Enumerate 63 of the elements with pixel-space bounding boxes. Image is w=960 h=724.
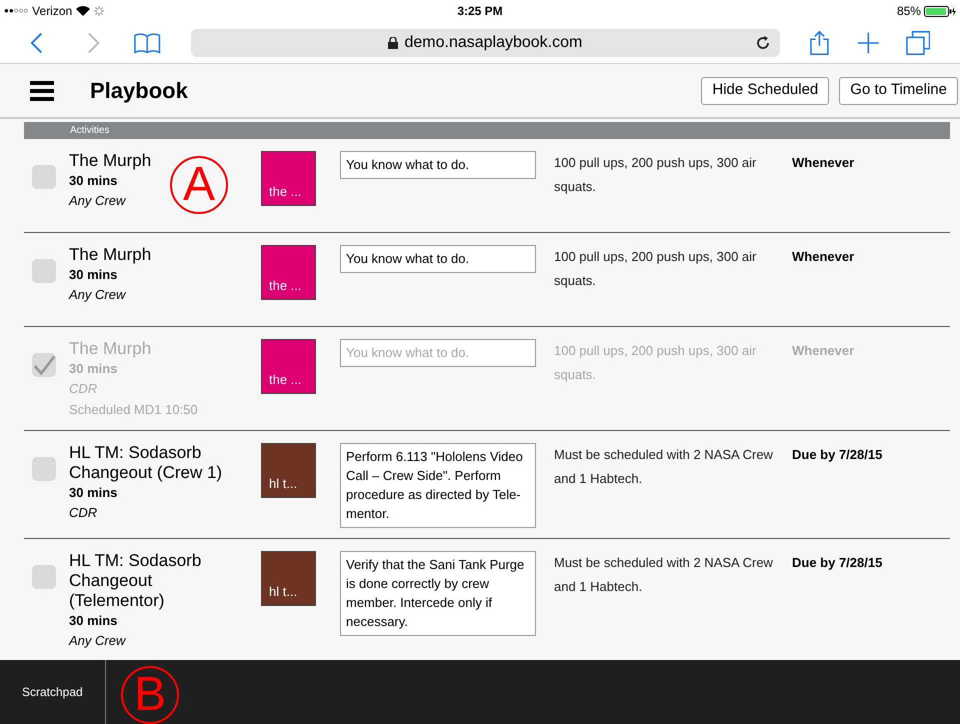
carrier-name: Verizon <box>32 3 72 20</box>
reload-icon[interactable] <box>756 36 770 50</box>
activity-title: HL TM: Sodasorb Changeout (Crew 1) <box>69 443 224 483</box>
loading-icon <box>94 6 104 16</box>
activity-notes: 100 pull ups, 200 push ups, 300 air squats. <box>554 343 756 382</box>
activity-notes: 100 pull ups, 200 push ups, 300 air squats. <box>554 249 756 288</box>
due-date: Whenever <box>792 249 854 264</box>
annotation-marker: B <box>121 666 179 724</box>
page-title: Playbook <box>90 77 188 105</box>
activity-notes: Must be scheduled with 2 NASA Crew and 1 Habtech. <box>554 447 773 486</box>
due-date: Due by 7/28/15 <box>792 555 882 570</box>
section-header: Activities <box>24 122 950 139</box>
activity-title: The Murph <box>69 151 152 171</box>
activity-title: The Murph <box>69 339 152 359</box>
activity-title: HL TM: Sodasorb Changeout (Telementor) <box>69 551 202 611</box>
checkbox[interactable] <box>32 457 56 481</box>
checkbox[interactable] <box>32 259 56 283</box>
instruction-field[interactable]: Verify that the Sani Tank Purge is done correctly by crew member. Intercede only if necessary. <box>340 551 536 636</box>
battery-icon <box>924 6 956 16</box>
annotation-marker: A <box>170 156 228 214</box>
scheduled-time: Scheduled MD1 10:50 <box>69 401 198 419</box>
instruction-field[interactable]: Perform 6.113 "Hololens Video Call – Crew Side". Perform procedure as directed by Tele-mentor. <box>340 443 536 528</box>
instruction-field[interactable]: You know what to do. <box>340 151 536 179</box>
activity-crew: Any Crew <box>69 632 126 650</box>
activity-crew: CDR <box>69 504 98 522</box>
checkbox[interactable] <box>32 565 56 589</box>
activity-tag: the ... <box>261 151 316 206</box>
menu-icon[interactable] <box>30 80 54 100</box>
clock: 3:25 PM <box>457 3 503 20</box>
activity-duration: 30 mins <box>69 172 118 190</box>
activity-tag: the ... <box>261 245 316 300</box>
instruction-field[interactable]: You know what to do. <box>340 245 536 273</box>
checkbox[interactable] <box>32 165 56 189</box>
activity-tag: hl t... <box>261 443 316 498</box>
due-date: Due by 7/28/15 <box>792 447 882 462</box>
address-bar[interactable]: demo.nasaplaybook.com <box>190 28 780 56</box>
new-tab-icon[interactable] <box>856 30 880 54</box>
activity-tag: hl t... <box>261 551 316 606</box>
wifi-icon <box>76 6 90 16</box>
activity-notes: Must be scheduled with 2 NASA Crew and 1 Habtech. <box>554 555 773 594</box>
activity-crew: Any Crew <box>69 286 126 304</box>
due-date: Whenever <box>792 155 854 170</box>
activity-crew: Any Crew <box>69 192 126 210</box>
due-date: Whenever <box>792 343 854 358</box>
share-icon[interactable] <box>810 30 829 56</box>
activity-duration: 30 mins <box>69 360 118 378</box>
activity-crew: CDR <box>69 380 98 398</box>
activity-duration: 30 mins <box>69 484 118 502</box>
scratchpad-tab[interactable]: Scratchpad <box>0 660 106 724</box>
url-text: demo.nasaplaybook.com <box>388 30 582 54</box>
tabs-icon[interactable] <box>906 30 930 56</box>
battery-percent: 85% <box>896 3 921 20</box>
activity-notes: 100 pull ups, 200 push ups, 300 air squats. <box>554 155 756 194</box>
bookmarks-icon[interactable] <box>134 32 161 54</box>
activity-duration: 30 mins <box>69 612 118 630</box>
header-button[interactable]: Hide Scheduled <box>701 76 830 104</box>
header-button[interactable]: Go to Timeline <box>839 76 958 104</box>
back-icon[interactable] <box>30 32 44 54</box>
lock-icon <box>388 36 398 48</box>
activity-tag: the ... <box>261 339 316 394</box>
activity-duration: 30 mins <box>69 266 118 284</box>
signal-strength: ●●○○○ <box>4 5 28 17</box>
activity-title: The Murph <box>69 245 152 265</box>
